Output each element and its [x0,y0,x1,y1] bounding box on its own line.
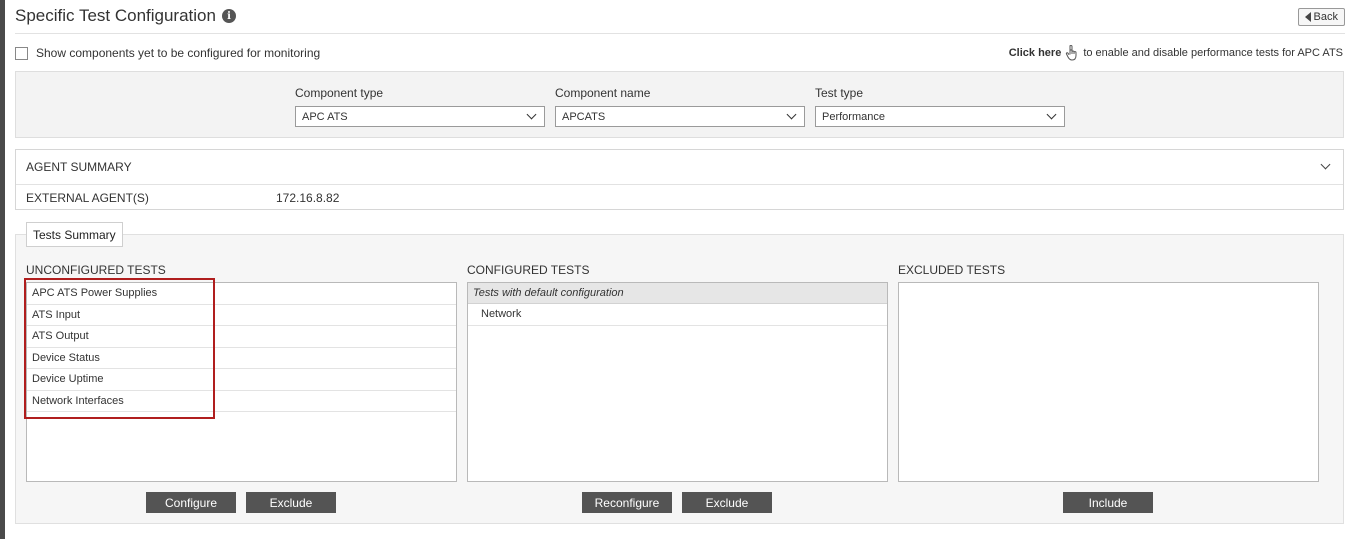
component-name-group: Component name APCATS [555,86,805,127]
page-title: Specific Test Configuration [15,6,216,25]
back-arrow-icon [1304,12,1311,22]
list-item[interactable]: Device Status [27,348,456,369]
list-item[interactable]: Network [468,304,887,326]
include-button[interactable]: Include [1063,492,1153,513]
show-components-option: Show components yet to be configured for… [15,46,320,60]
list-item[interactable]: ATS Output [27,326,456,348]
show-components-checkbox[interactable] [15,46,28,60]
chevron-down-icon [1046,109,1057,120]
title-row: Specific Test Configuration i [15,6,236,26]
component-type-value: APC ATS [302,110,348,123]
collapse-chevron-icon[interactable] [1320,159,1331,170]
hand-pointer-icon [1066,45,1077,61]
click-here-link[interactable]: Click here [1009,47,1062,59]
list-item[interactable]: ATS Input [27,305,456,326]
exclude-unconfigured-button[interactable]: Exclude [246,492,336,513]
component-name-label: Component name [555,86,651,100]
test-type-select[interactable]: Performance [815,106,1065,127]
click-here-row: Click here to enable and disable perform… [1009,45,1343,61]
header-divider [15,33,1345,34]
configured-tests-list[interactable]: Tests with default configuration Network [467,282,888,482]
exclude-configured-button[interactable]: Exclude [682,492,772,513]
back-button[interactable]: Back [1297,8,1345,26]
agent-summary-title: AGENT SUMMARY [26,160,132,174]
info-icon[interactable]: i [221,9,236,23]
component-type-select[interactable]: APC ATS [295,106,545,127]
unconfigured-tests-list[interactable]: APC ATS Power Supplies ATS Input ATS Out… [26,282,457,482]
filter-panel: Component type APC ATS Component name AP… [15,71,1344,138]
default-config-group-header: Tests with default configuration [468,283,887,304]
page: Specific Test Configuration i Back Show … [5,0,1354,539]
list-item[interactable]: APC ATS Power Supplies [27,283,456,305]
agent-summary-panel: AGENT SUMMARY EXTERNAL AGENT(S) 172.16.8… [15,149,1344,210]
component-type-label: Component type [295,86,384,100]
list-item[interactable]: Network Interfaces [27,391,456,412]
configure-button[interactable]: Configure [146,492,236,513]
chevron-down-icon [786,109,797,120]
test-type-label: Test type [815,86,864,100]
click-here-text: to enable and disable performance tests … [1083,47,1343,59]
test-type-value: Performance [822,110,885,123]
external-agent-row: EXTERNAL AGENT(S) 172.16.8.82 [16,185,1343,210]
configured-tests-title: CONFIGURED TESTS [467,263,590,277]
show-components-label[interactable]: Show components yet to be configured for… [36,46,320,60]
reconfigure-button[interactable]: Reconfigure [582,492,672,513]
unconfigured-tests-title: UNCONFIGURED TESTS [26,263,166,277]
excluded-tests-list[interactable] [898,282,1319,482]
agent-summary-header[interactable]: AGENT SUMMARY [16,150,1343,185]
external-agent-value: 172.16.8.82 [276,190,340,205]
external-agent-label: EXTERNAL AGENT(S) [26,190,149,205]
test-type-group: Test type Performance [815,86,1065,127]
component-name-select[interactable]: APCATS [555,106,805,127]
back-button-label: Back [1313,11,1338,23]
component-name-value: APCATS [562,110,606,123]
tests-summary-tab: Tests Summary [26,222,123,247]
list-item[interactable]: Device Uptime [27,369,456,391]
excluded-tests-title: EXCLUDED TESTS [898,263,1006,277]
component-type-group: Component type APC ATS [295,86,545,127]
chevron-down-icon [526,109,537,120]
